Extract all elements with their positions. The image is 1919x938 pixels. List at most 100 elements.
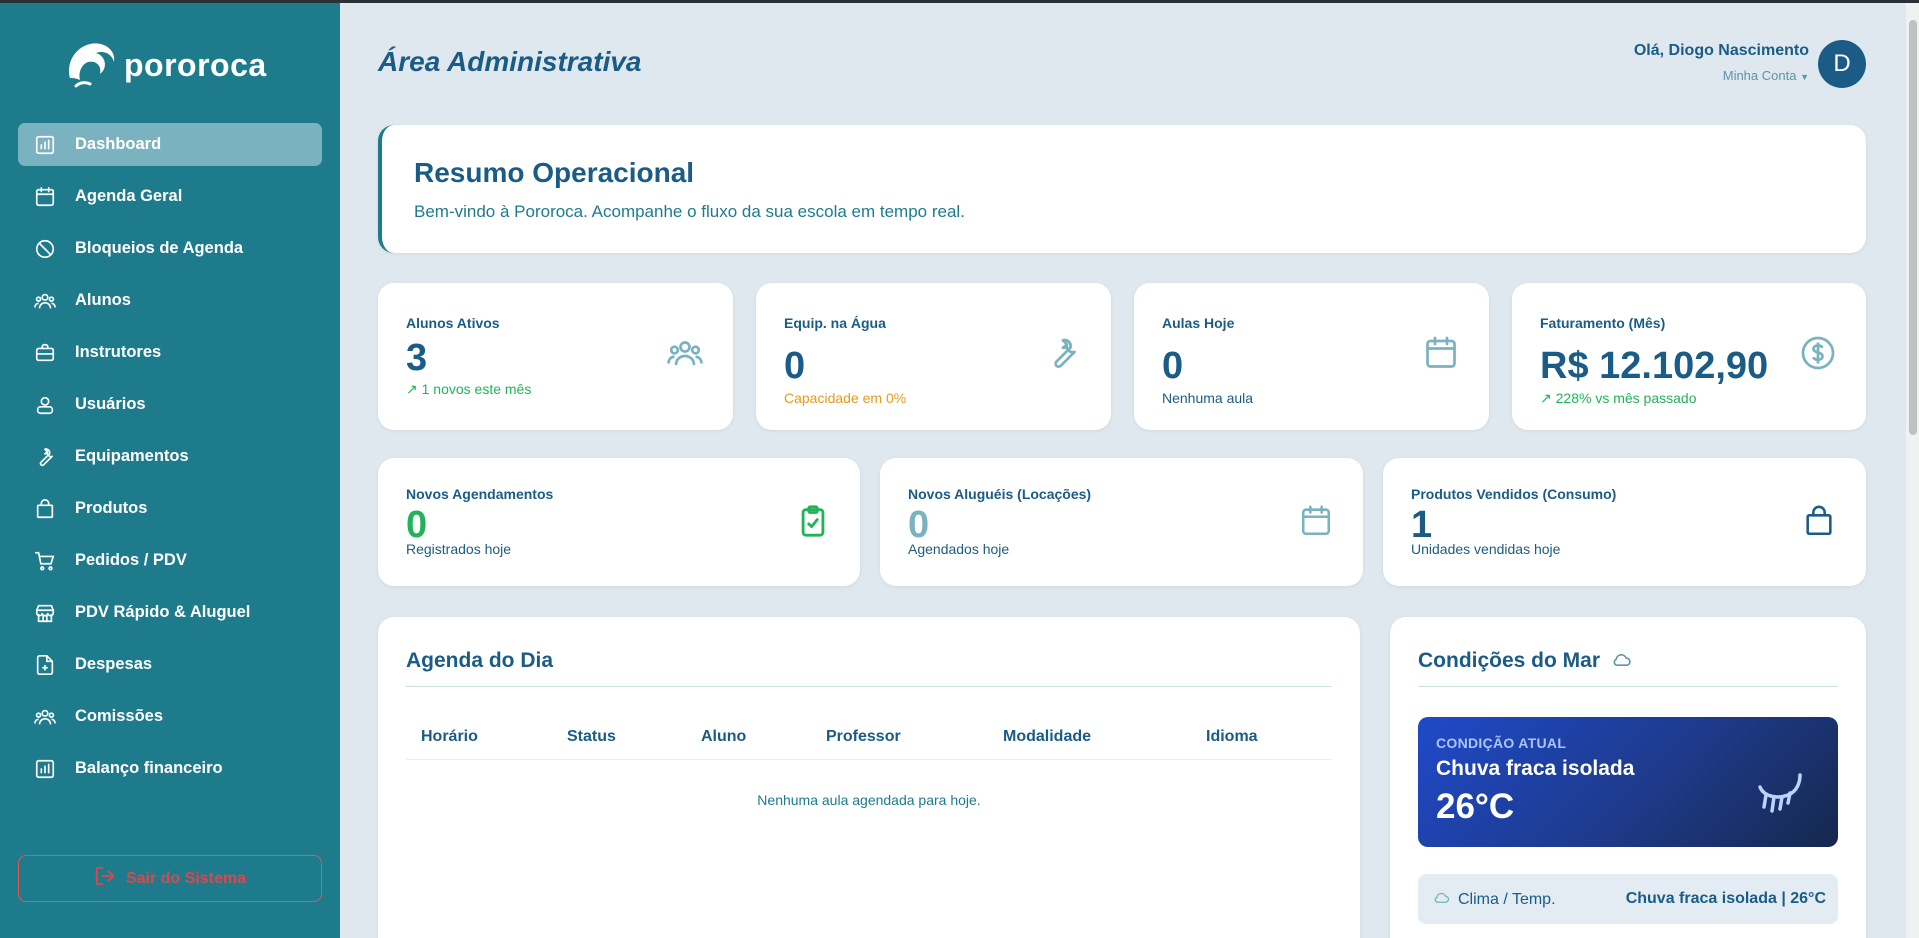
column-header-student[interactable]: Aluno <box>701 728 746 746</box>
stat-subtext: Capacidade em 0% <box>784 390 907 406</box>
cart-icon <box>34 550 56 572</box>
sea-conditions-card: Condições do Mar CONDIÇÃO ATUAL Chuva fr… <box>1390 617 1866 938</box>
bag-icon <box>34 498 56 520</box>
condition-temperature: 26°C <box>1436 787 1515 826</box>
column-header-modality[interactable]: Modalidade <box>1003 728 1091 746</box>
stat-value: 0 <box>1162 345 1184 387</box>
daily-stat-card: Produtos Vendidos (Consumo) 1 Unidades ven… <box>1383 458 1866 586</box>
account-dropdown[interactable]: Minha Conta ▼ <box>1634 68 1809 83</box>
stat-value: R$ 12.102,90 <box>1540 345 1769 387</box>
summary-title: Resumo Operacional <box>414 157 695 188</box>
users-icon <box>34 706 56 728</box>
sidebar-item-label: Equipamentos <box>75 447 189 465</box>
logo[interactable]: pororoca <box>60 34 267 97</box>
agenda-title: Agenda do Dia <box>406 649 554 672</box>
stat-value: 3 <box>406 337 428 379</box>
column-header-time[interactable]: Horário <box>421 728 478 746</box>
avatar[interactable]: D <box>1818 40 1866 88</box>
sea-conditions-title: Condições do Mar <box>1418 649 1601 672</box>
ban-icon <box>34 238 56 260</box>
stat-label: Novos Agendamentos <box>406 486 554 502</box>
stat-subtext: ↗ 228% vs mês passado <box>1540 390 1697 406</box>
stat-label: Aulas Hoje <box>1162 315 1235 331</box>
summary-subtitle: Bem-vindo à Pororoca. Acompanhe o fluxo … <box>414 202 965 221</box>
sidebar-item-label: Usuários <box>75 395 146 413</box>
calendar-icon <box>34 186 56 208</box>
climate-row: Clima / Temp. Chuva fraca isolada | 26°C <box>1418 874 1838 924</box>
daily-stat-card: Novos Aluguéis (Locações) 0 Agendados hoje <box>880 458 1363 586</box>
stat-subtext: Registrados hoje <box>406 541 512 557</box>
stat-value: 0 <box>784 345 806 387</box>
store-icon <box>34 602 56 624</box>
logo-text: pororoca <box>124 47 267 83</box>
page-title: Área Administrativa <box>378 46 642 77</box>
sidebar-item-agenda-geral[interactable]: Agenda Geral <box>18 175 322 218</box>
stat-label: Alunos Ativos <box>406 315 500 331</box>
rain-icon <box>1756 773 1804 822</box>
calendar-icon <box>1423 335 1459 376</box>
sidebar-item-label: Agenda Geral <box>75 187 183 205</box>
wrench-icon <box>34 446 56 468</box>
clipboard-check-icon <box>796 504 830 543</box>
sidebar-item-label: Bloqueios de Agenda <box>75 239 244 257</box>
window-top-border <box>0 0 1919 3</box>
caret-down-icon: ▼ <box>1800 72 1809 82</box>
divider <box>1418 686 1838 687</box>
sidebar-item-alunos[interactable]: Alunos <box>18 279 322 322</box>
sidebar-item-balanco-financeiro[interactable]: Balanço financeiro <box>18 747 322 790</box>
sidebar-item-dashboard[interactable]: Dashboard <box>18 123 322 166</box>
column-header-status[interactable]: Status <box>567 728 616 746</box>
day-agenda-card: Agenda do Dia Horário Status Aluno Profe… <box>378 617 1360 938</box>
stat-card: Alunos Ativos 3 ↗ 1 novos este mês <box>378 283 733 430</box>
condition-key: CONDIÇÃO ATUAL <box>1436 735 1567 751</box>
current-condition-panel: CONDIÇÃO ATUAL Chuva fraca isolada 26°C <box>1418 717 1838 847</box>
users-icon <box>34 290 56 312</box>
sidebar-item-pdv-rapido-aluguel[interactable]: PDV Rápido & Aluguel <box>18 591 322 634</box>
stat-card: Aulas Hoje 0 Nenhuma aula <box>1134 283 1489 430</box>
sidebar-item-label: Dashboard <box>75 135 162 153</box>
user-greeting: Olá, Diogo Nascimento <box>1633 42 1809 59</box>
sidebar-item-equipamentos[interactable]: Equipamentos <box>18 435 322 478</box>
chart-icon <box>34 758 56 780</box>
stat-card: Faturamento (Mês) R$ 12.102,90 ↗ 228% vs m… <box>1512 283 1866 430</box>
climate-label-wrap: Clima / Temp. <box>1432 890 1556 909</box>
column-header-teacher[interactable]: Professor <box>826 728 901 746</box>
column-header-language[interactable]: Idioma <box>1206 728 1258 746</box>
sidebar-item-produtos[interactable]: Produtos <box>18 487 322 530</box>
sidebar-item-pedidos-pdv[interactable]: Pedidos / PDV <box>18 539 322 582</box>
stat-subtext: Nenhuma aula <box>1162 390 1254 406</box>
wave-logo-icon <box>60 34 120 97</box>
bag-icon <box>1802 504 1836 543</box>
sidebar-item-usuarios[interactable]: Usuários <box>18 383 322 426</box>
sea-conditions-header: Condições do Mar <box>1418 649 1632 673</box>
sidebar: pororoca Dashboard Agenda Geral Bloqueios … <box>0 0 340 938</box>
sidebar-item-label: Despesas <box>75 655 153 673</box>
cloud-icon <box>1432 890 1450 909</box>
stat-label: Faturamento (Mês) <box>1540 315 1666 331</box>
logout-button[interactable]: Sair do Sistema <box>18 855 322 902</box>
climate-value: Chuva fraca isolada | 26°C <box>1625 890 1826 907</box>
sidebar-item-instrutores[interactable]: Instrutores <box>18 331 322 374</box>
summary-banner: Resumo Operacional Bem-vindo à Pororoca.… <box>378 125 1866 253</box>
stat-label: Equip. na Água <box>784 315 886 331</box>
briefcase-icon <box>34 342 56 364</box>
climate-label: Clima / Temp. <box>1458 890 1556 908</box>
sidebar-nav: Dashboard Agenda Geral Bloqueios de Agenda… <box>18 123 322 799</box>
stat-label: Produtos Vendidos (Consumo) <box>1411 486 1617 502</box>
logout-icon <box>94 865 116 892</box>
calendar-icon <box>1299 504 1333 543</box>
sidebar-item-bloqueios-de-agenda[interactable]: Bloqueios de Agenda <box>18 227 322 270</box>
sidebar-item-comissoes[interactable]: Comissões <box>18 695 322 738</box>
sidebar-item-label: Pedidos / PDV <box>75 551 187 569</box>
user-menu[interactable]: Olá, Diogo Nascimento Minha Conta ▼ <box>1634 42 1809 83</box>
cloud-icon <box>1610 649 1632 673</box>
sidebar-item-despesas[interactable]: Despesas <box>18 643 322 686</box>
stat-subtext: Agendados hoje <box>908 541 1010 557</box>
sidebar-item-label: Comissões <box>75 707 164 725</box>
sidebar-item-label: Alunos <box>75 291 131 309</box>
sidebar-item-label: Produtos <box>75 499 148 517</box>
sidebar-item-label: PDV Rápido & Aluguel <box>75 603 251 621</box>
daily-stat-card: Novos Agendamentos 0 Registrados hoje <box>378 458 860 586</box>
sidebar-item-label: Balanço financeiro <box>75 759 223 777</box>
scrollbar-thumb[interactable] <box>1909 20 1917 435</box>
